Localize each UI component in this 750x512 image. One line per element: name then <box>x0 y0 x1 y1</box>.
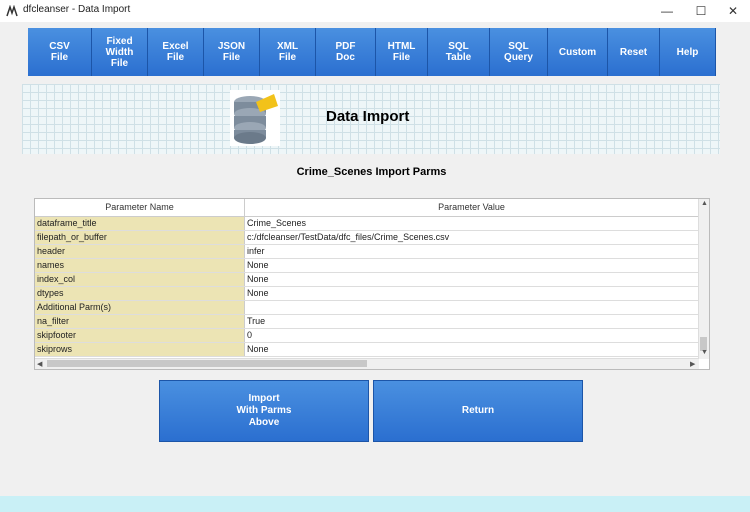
minimize-button[interactable]: — <box>650 0 684 22</box>
help-button[interactable]: Help <box>660 28 716 76</box>
parameter-value[interactable]: Crime_Scenes <box>245 217 699 230</box>
table-row[interactable]: Additional Parm(s) <box>35 301 699 315</box>
parameter-name: index_col <box>35 273 245 286</box>
return-button[interactable]: Return <box>373 380 583 442</box>
database-icon <box>230 90 280 146</box>
table-row[interactable]: na_filter True <box>35 315 699 329</box>
table-row[interactable]: dtypes None <box>35 287 699 301</box>
scroll-left-icon[interactable]: ◀ <box>37 360 42 368</box>
scroll-right-icon[interactable]: ▶ <box>690 360 695 368</box>
reset-button[interactable]: Reset <box>608 28 660 76</box>
parameter-value[interactable]: None <box>245 273 699 286</box>
parameter-value[interactable]: None <box>245 287 699 300</box>
parameter-name: dtypes <box>35 287 245 300</box>
fixed-width-file-button[interactable]: Fixed Width File <box>92 28 148 76</box>
csv-file-button[interactable]: CSV File <box>28 28 92 76</box>
app-icon <box>6 5 18 17</box>
parameter-value[interactable]: 0 <box>245 329 699 342</box>
table-row[interactable]: header infer <box>35 245 699 259</box>
grid-header: Parameter Name Parameter Value <box>35 199 699 217</box>
parameter-value[interactable]: None <box>245 343 699 356</box>
parameter-name: header <box>35 245 245 258</box>
import-parms-title: Crime_Scenes Import Parms <box>296 166 447 178</box>
parameter-value[interactable]: infer <box>245 245 699 258</box>
table-row[interactable]: skiprows None <box>35 343 699 357</box>
footer-strip <box>0 496 750 512</box>
vertical-scrollbar[interactable]: ▲ ▼ <box>698 199 709 359</box>
table-row[interactable]: filepath_or_buffer c:/dfcleanser/TestData… <box>35 231 699 245</box>
horizontal-scrollbar[interactable]: ◀ ▶ <box>35 358 699 369</box>
parameter-name: skipfooter <box>35 329 245 342</box>
title-bar: dfcleanser - Data Import — ☐ ✕ <box>0 0 750 22</box>
sql-table-button[interactable]: SQL Table <box>428 28 490 76</box>
parameter-name: filepath_or_buffer <box>35 231 245 244</box>
maximize-button[interactable]: ☐ <box>684 0 718 22</box>
parameter-value[interactable] <box>245 301 699 314</box>
parameter-name: dataframe_title <box>35 217 245 230</box>
horizontal-scroll-thumb[interactable] <box>47 360 367 367</box>
pdf-doc-button[interactable]: PDF Doc <box>316 28 376 76</box>
close-button[interactable]: ✕ <box>716 0 750 22</box>
parameter-name: na_filter <box>35 315 245 328</box>
parameter-value[interactable]: None <box>245 259 699 272</box>
custom-button[interactable]: Custom <box>548 28 608 76</box>
column-header-parameter-value[interactable]: Parameter Value <box>245 199 699 216</box>
scroll-up-icon[interactable]: ▲ <box>701 200 708 207</box>
table-row[interactable]: dataframe_title Crime_Scenes <box>35 217 699 231</box>
column-header-parameter-name[interactable]: Parameter Name <box>35 199 245 216</box>
html-file-button[interactable]: HTML File <box>376 28 428 76</box>
parameter-value[interactable]: c:/dfcleanser/TestData/dfc_files/Crime_S… <box>245 231 699 244</box>
window-title: dfcleanser - Data Import <box>23 4 131 15</box>
parameter-name: Additional Parm(s) <box>35 301 245 314</box>
parameters-grid: Parameter Name Parameter Value dataframe… <box>34 198 710 370</box>
import-toolbar: CSV File Fixed Width File Excel File JSO… <box>28 28 716 76</box>
table-row[interactable]: names None <box>35 259 699 273</box>
scroll-down-icon[interactable]: ▼ <box>701 349 708 356</box>
json-file-button[interactable]: JSON File <box>204 28 260 76</box>
parameter-value[interactable]: True <box>245 315 699 328</box>
parameter-name: names <box>35 259 245 272</box>
excel-file-button[interactable]: Excel File <box>148 28 204 76</box>
table-row[interactable]: index_col None <box>35 273 699 287</box>
sql-query-button[interactable]: SQL Query <box>490 28 548 76</box>
parameter-name: skiprows <box>35 343 245 356</box>
import-with-parms-button[interactable]: Import With Parms Above <box>159 380 369 442</box>
xml-file-button[interactable]: XML File <box>260 28 316 76</box>
page-title: Data Import <box>326 108 410 125</box>
table-row[interactable]: skipfooter 0 <box>35 329 699 343</box>
grid-rows: dataframe_title Crime_Scenes filepath_or_… <box>35 217 699 357</box>
